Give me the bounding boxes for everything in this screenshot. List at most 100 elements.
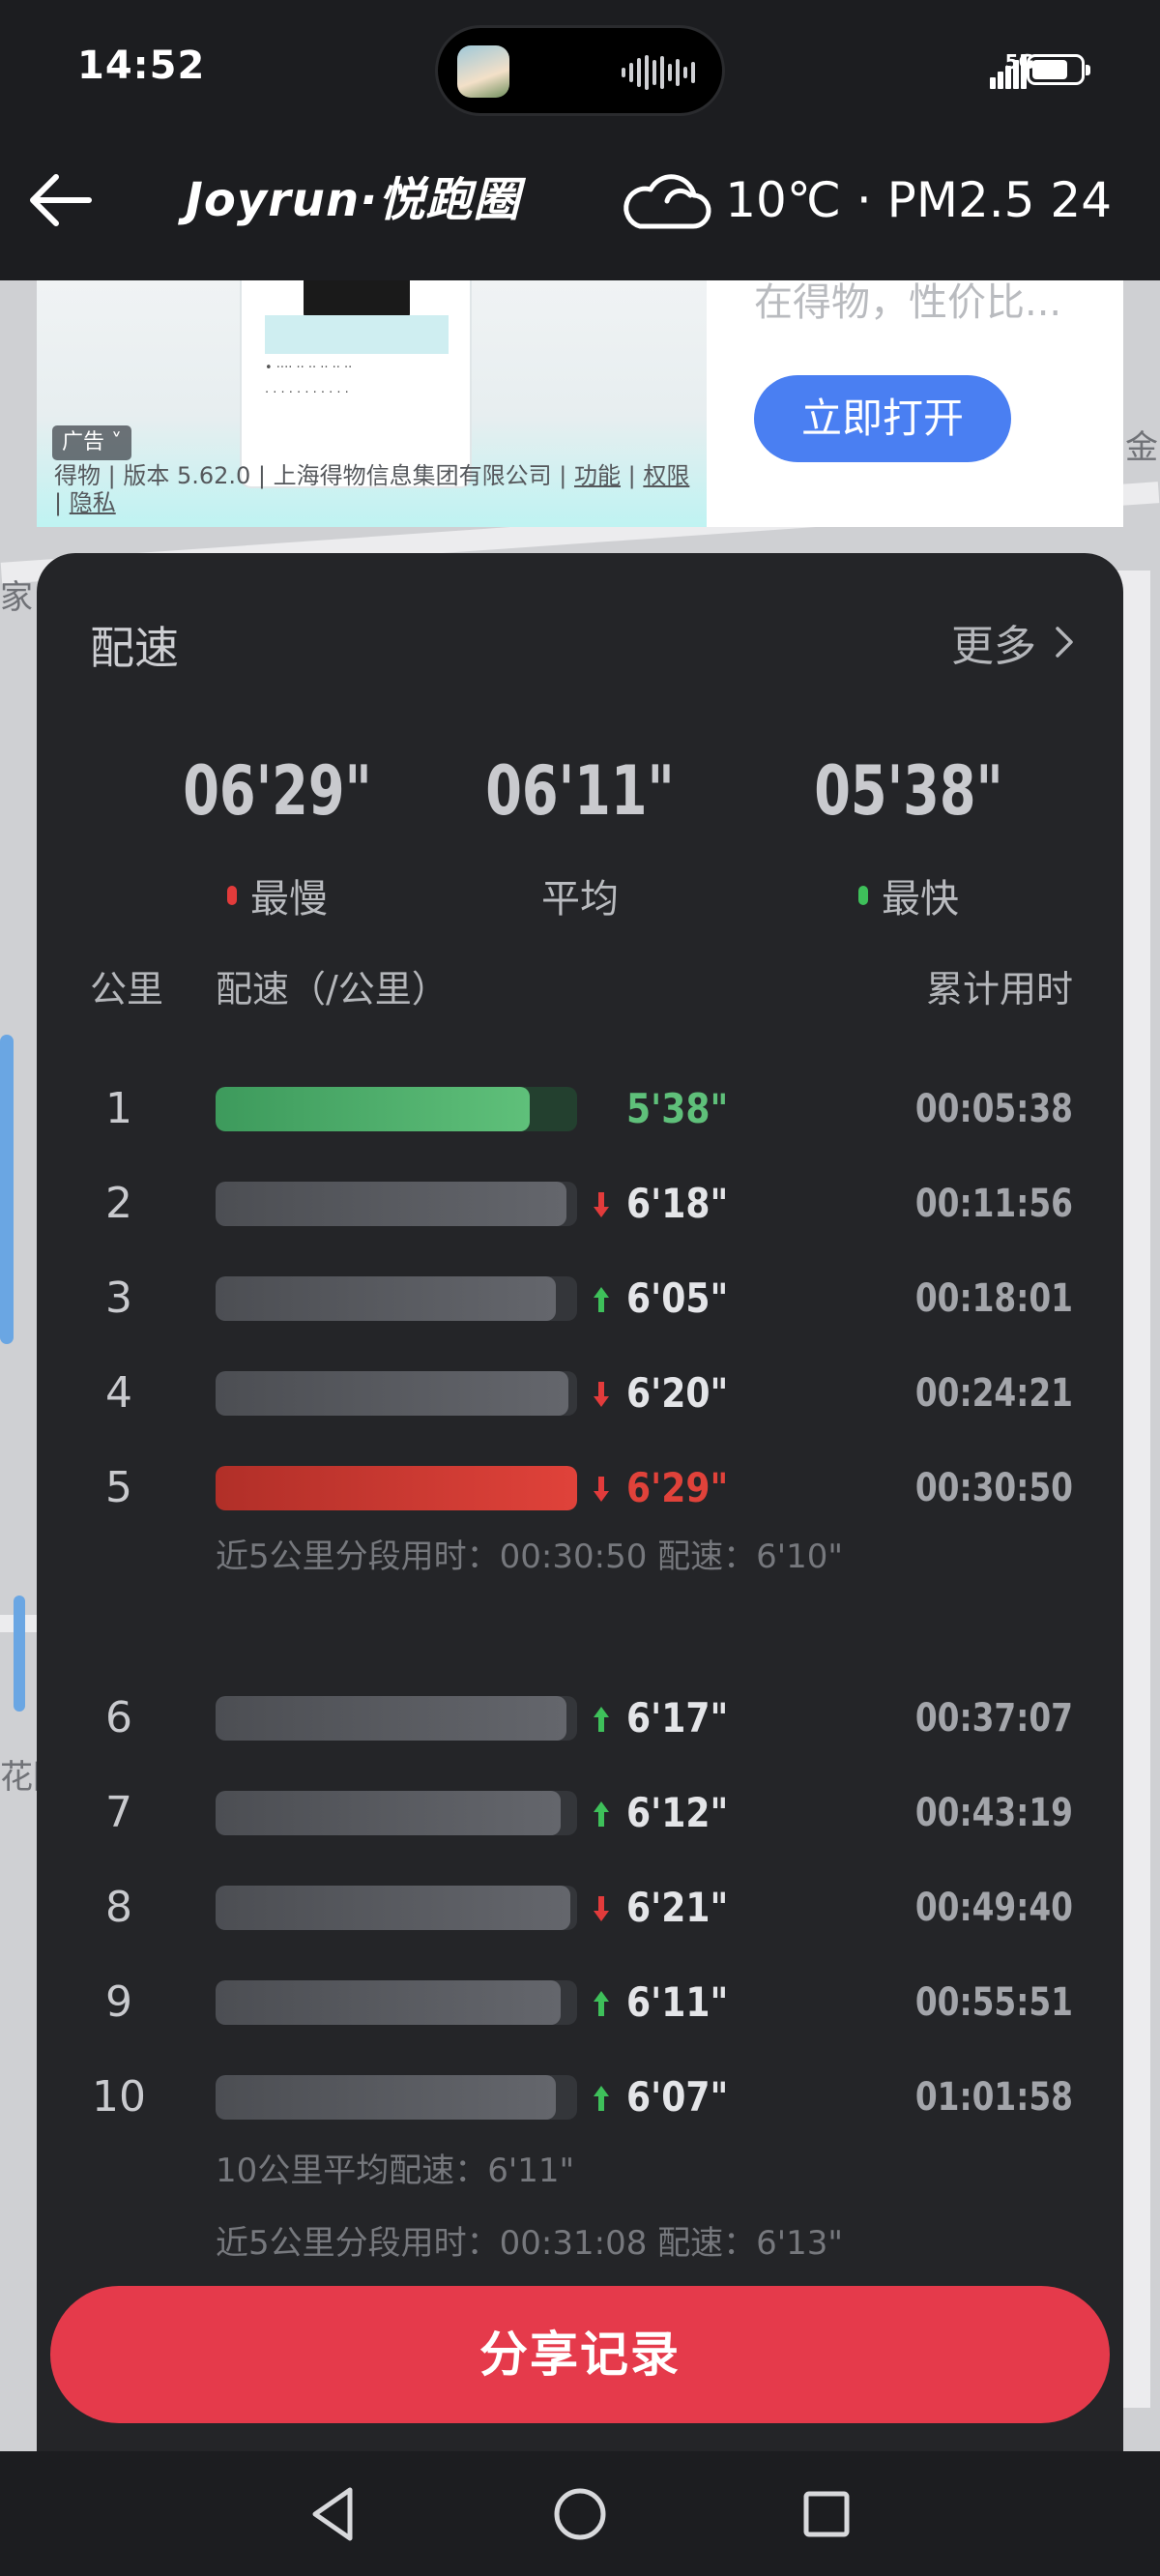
arrow-down-icon bbox=[594, 1896, 609, 1921]
weather-text: 10℃ · PM2.5 24 bbox=[725, 172, 1112, 228]
ad-open-button[interactable]: 立即打开 bbox=[754, 375, 1011, 462]
pace-bar-fill bbox=[216, 1980, 561, 2025]
arrow-up-icon bbox=[594, 1287, 609, 1312]
pace-bar-fill bbox=[216, 2075, 556, 2120]
summary-value: 06'29" bbox=[183, 751, 372, 831]
nav-home-icon bbox=[554, 2488, 606, 2540]
split-cumulative-time: 00:37:07 bbox=[914, 1696, 1073, 1741]
arrow-down-icon bbox=[594, 1192, 609, 1217]
summary-fastest: 05'38" 最快 bbox=[744, 751, 1073, 923]
pace-bar-fill bbox=[216, 1696, 566, 1741]
split-row: 8 6'21" 00:49:40 bbox=[37, 1874, 1123, 1942]
weather-info: 10℃ · PM2.5 24 bbox=[619, 161, 1112, 239]
split-cumulative-time: 00:18:01 bbox=[914, 1276, 1073, 1321]
split-km: 1 bbox=[105, 1084, 132, 1133]
pace-bar-fill bbox=[216, 1371, 568, 1416]
split-pace: 5'38" bbox=[626, 1085, 729, 1132]
avg-note: 10公里平均配速：6'11" bbox=[216, 2152, 575, 2190]
now-playing-thumbnail bbox=[457, 45, 509, 98]
split-pace: 6'21" bbox=[626, 1884, 729, 1931]
share-record-button[interactable]: 分享记录 bbox=[50, 2286, 1110, 2423]
split-km: 8 bbox=[105, 1883, 132, 1932]
split-cumulative-time: 00:05:38 bbox=[914, 1087, 1073, 1131]
split-pace: 6'12" bbox=[626, 1789, 729, 1836]
split-km: 4 bbox=[105, 1368, 132, 1418]
arrow-down-icon bbox=[594, 1382, 609, 1407]
split-km: 7 bbox=[105, 1788, 132, 1837]
split-pace: 6'05" bbox=[626, 1274, 729, 1322]
more-link-label: 更多 bbox=[951, 622, 1036, 671]
back-button[interactable] bbox=[21, 161, 99, 239]
fastest-dot-icon bbox=[858, 886, 868, 905]
split-row: 9 6'11" 00:55:51 bbox=[37, 1969, 1123, 2036]
split-km: 2 bbox=[105, 1179, 132, 1228]
pace-bar bbox=[216, 1886, 577, 1930]
signal-icon bbox=[986, 54, 1027, 89]
app-logo: Joyrun·悦跑圈 bbox=[186, 173, 521, 227]
split-cumulative-time: 00:24:21 bbox=[914, 1371, 1073, 1416]
pace-bar bbox=[216, 1276, 577, 1321]
column-headers: 公里 配速（/公里） 累计用时 bbox=[37, 959, 1123, 1017]
card-title: 配速 bbox=[90, 622, 179, 674]
arrow-up-icon bbox=[594, 2086, 609, 2111]
ad-permissions-link[interactable]: 权限 bbox=[643, 462, 689, 489]
header-pace: 配速（/公里） bbox=[216, 968, 449, 1010]
status-bar: 14:52 5G bbox=[0, 0, 1160, 140]
status-time: 14:52 bbox=[77, 44, 206, 88]
more-link[interactable]: 更多 bbox=[951, 611, 1075, 673]
ad-features-link[interactable]: 功能 bbox=[574, 462, 621, 489]
ad-copy: 在得物，性价比... bbox=[754, 280, 1062, 325]
nav-recents-button[interactable] bbox=[793, 2480, 860, 2548]
pace-bar-fill bbox=[216, 1087, 530, 1131]
pace-bar bbox=[216, 2075, 577, 2120]
pace-bar bbox=[216, 1696, 577, 1741]
split-row: 6 6'17" 00:37:07 bbox=[37, 1684, 1123, 1752]
summary-value: 05'38" bbox=[814, 751, 1003, 831]
pace-bar-fill bbox=[216, 1276, 556, 1321]
summary-label: 平均 bbox=[541, 877, 619, 922]
arrow-up-icon bbox=[594, 1801, 609, 1827]
summary-value: 06'11" bbox=[485, 751, 675, 831]
ad-tag[interactable]: 广告 ˅ bbox=[52, 425, 132, 460]
split-km: 5 bbox=[105, 1463, 132, 1512]
split-km: 6 bbox=[105, 1693, 132, 1742]
summary-slowest: 06'29" 最慢 bbox=[113, 751, 442, 923]
split-row: 3 6'05" 00:18:01 bbox=[37, 1265, 1123, 1332]
pace-bar-fill bbox=[216, 1886, 570, 1930]
arrow-up-icon bbox=[594, 1707, 609, 1732]
pace-bar-fill bbox=[216, 1791, 561, 1835]
split-km: 9 bbox=[105, 1977, 132, 2027]
header-km: 公里 bbox=[90, 968, 164, 1010]
pace-card: 配速 更多 06'29" 最慢 06'11" 平均 05'38" 最快 公里 配… bbox=[37, 553, 1123, 2516]
split-cumulative-time: 00:11:56 bbox=[914, 1182, 1073, 1226]
pace-bar-fill bbox=[216, 1182, 566, 1226]
dynamic-island[interactable] bbox=[435, 25, 725, 116]
ad-image[interactable]: • ···· ·· ·· ·· ·· ·· · · · · · · · · · ·… bbox=[37, 280, 707, 527]
app-header: Joyrun·悦跑圈 10℃ · PM2.5 24 bbox=[0, 140, 1160, 280]
pace-bar bbox=[216, 1791, 577, 1835]
split-cumulative-time: 00:49:40 bbox=[914, 1886, 1073, 1930]
split-pace: 6'07" bbox=[626, 2073, 729, 2121]
ad-product-image: • ···· ·· ·· ·· ·· ·· · · · · · · · · · ·… bbox=[240, 280, 472, 488]
pace-bar bbox=[216, 1182, 577, 1226]
ad-privacy-link[interactable]: 隐私 bbox=[70, 489, 116, 516]
chevron-right-icon bbox=[1056, 627, 1073, 658]
pace-bar bbox=[216, 1371, 577, 1416]
segment-note: 近5公里分段用时：00:30:50 配速：6'10" bbox=[216, 1537, 844, 1576]
split-row: 1 5'38" 00:05:38 bbox=[37, 1075, 1123, 1143]
nav-back-button[interactable] bbox=[300, 2480, 367, 2548]
audio-wave-icon bbox=[622, 55, 705, 90]
pace-bar bbox=[216, 1087, 577, 1131]
ad-banner[interactable]: • ···· ·· ·· ·· ·· ·· · · · · · · · · · ·… bbox=[37, 280, 1123, 527]
split-pace: 6'18" bbox=[626, 1180, 729, 1227]
nav-recents-icon bbox=[803, 2491, 850, 2537]
split-row: 4 6'20" 00:24:21 bbox=[37, 1360, 1123, 1427]
split-pace: 6'17" bbox=[626, 1694, 729, 1742]
nav-home-button[interactable] bbox=[546, 2480, 614, 2548]
split-row: 10 6'07" 01:01:58 bbox=[37, 2064, 1123, 2131]
battery-icon bbox=[1027, 54, 1090, 85]
split-cumulative-time: 00:55:51 bbox=[914, 1980, 1073, 2025]
arrow-down-icon bbox=[594, 1477, 609, 1502]
summary-average: 06'11" 平均 bbox=[416, 751, 744, 923]
map-label: 金 bbox=[1125, 428, 1158, 467]
